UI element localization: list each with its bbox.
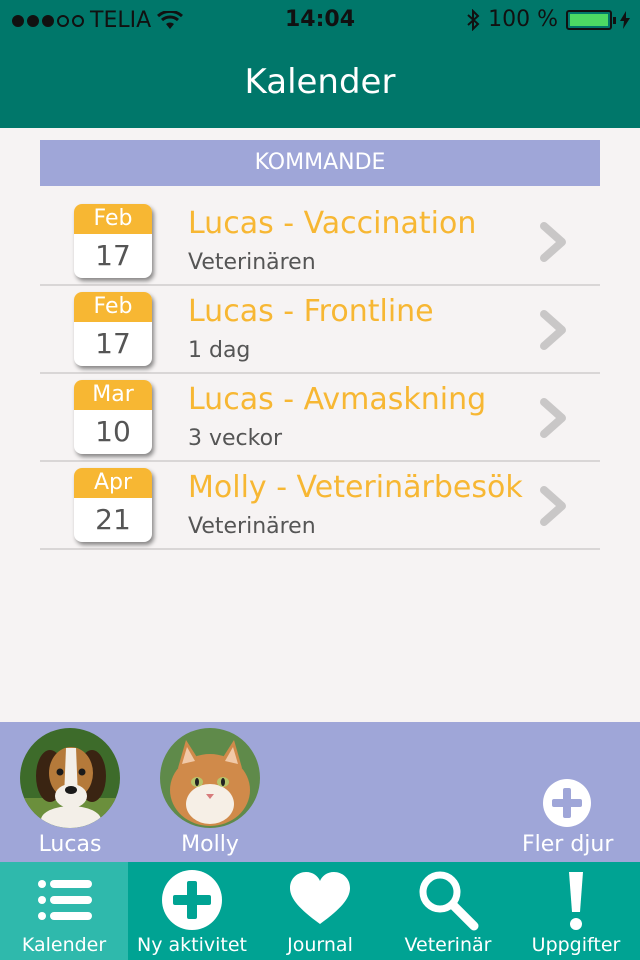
charging-icon [620, 10, 630, 29]
chevron-right-icon [540, 486, 566, 526]
calendar-date-badge: Feb 17 [74, 292, 152, 366]
event-day: 10 [95, 415, 131, 448]
event-subtitle: 3 veckor [188, 426, 283, 451]
heart-icon [290, 872, 350, 924]
event-title: Molly - Veterinärbesök [188, 470, 523, 505]
more-pets-button[interactable]: Fler djur [522, 778, 614, 857]
page-title: Kalender [244, 62, 396, 102]
chevron-right-icon [540, 222, 566, 262]
status-bar: TELIA 14:04 100 % [0, 0, 640, 40]
pet-name: Lucas [38, 832, 102, 857]
pet-avatar-dog [20, 728, 120, 828]
tab-label: Ny aktivitet [137, 934, 247, 956]
exclamation-icon [569, 872, 583, 930]
tab-new-activity[interactable]: Ny aktivitet [128, 862, 256, 960]
event-subtitle: Veterinären [188, 514, 316, 539]
search-icon [419, 871, 479, 931]
tab-journal[interactable]: Journal [256, 862, 384, 960]
tab-label: Journal [287, 934, 353, 956]
event-subtitle: Veterinären [188, 250, 316, 275]
event-row[interactable]: Apr 21 Molly - Veterinärbesök Veterinäre… [40, 462, 600, 550]
tab-label: Uppgifter [531, 934, 621, 956]
nav-bar: Kalender [0, 40, 640, 128]
chevron-right-icon [540, 310, 566, 350]
event-subtitle: 1 dag [188, 338, 251, 363]
chevron-right-icon [540, 398, 566, 438]
list-icon [38, 880, 92, 920]
event-month: Mar [74, 380, 152, 410]
tab-tasks[interactable]: Uppgifter [512, 862, 640, 960]
event-title: Lucas - Frontline [188, 294, 434, 329]
calendar-date-badge: Mar 10 [74, 380, 152, 454]
battery-icon [566, 9, 616, 30]
add-circle-icon [543, 779, 591, 827]
tab-calendar[interactable]: Kalender [0, 862, 128, 960]
calendar-date-badge: Apr 21 [74, 468, 152, 542]
pet-lucas[interactable]: Lucas [20, 728, 120, 857]
tab-label: Veterinär [404, 934, 492, 956]
calendar-date-badge: Feb 17 [74, 204, 152, 278]
event-row[interactable]: Mar 10 Lucas - Avmaskning 3 veckor [40, 374, 600, 462]
event-day: 17 [95, 239, 131, 272]
event-row[interactable]: Feb 17 Lucas - Frontline 1 dag [40, 286, 600, 374]
event-title: Lucas - Vaccination [188, 206, 477, 241]
tab-veterinarian[interactable]: Veterinär [384, 862, 512, 960]
event-month: Apr [74, 468, 152, 498]
pet-name: Molly [181, 832, 239, 857]
event-day: 21 [95, 503, 131, 536]
pets-bar: Lucas Molly Fler djur [0, 722, 640, 862]
tab-bar: Kalender Ny aktivitet Journal Veterinär … [0, 862, 640, 960]
event-month: Feb [74, 292, 152, 322]
more-pets-label: Fler djur [522, 832, 614, 857]
event-title: Lucas - Avmaskning [188, 382, 487, 417]
pet-molly[interactable]: Molly [160, 728, 260, 857]
add-circle-icon [162, 870, 222, 930]
event-row[interactable]: Feb 17 Lucas - Vaccination Veterinären [40, 198, 600, 286]
pet-avatar-cat [160, 728, 260, 828]
event-day: 17 [95, 327, 131, 360]
status-right: 100 % [466, 7, 630, 32]
battery-percent: 100 % [488, 7, 558, 32]
section-header-upcoming: KOMMANDE [40, 140, 600, 186]
tab-label: Kalender [21, 934, 107, 956]
event-list: Feb 17 Lucas - Vaccination Veterinären F… [40, 198, 600, 550]
event-month: Feb [74, 204, 152, 234]
bluetooth-icon [467, 8, 480, 31]
